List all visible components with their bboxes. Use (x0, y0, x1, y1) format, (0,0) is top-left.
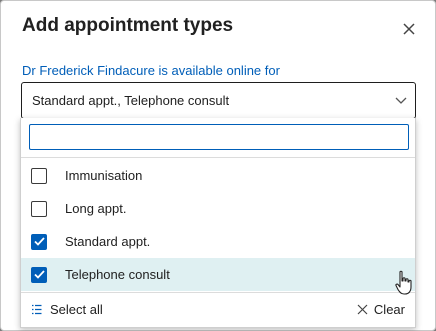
chevron-down-icon (393, 93, 409, 109)
dialog-title: Add appointment types (22, 15, 234, 36)
checkbox-checked[interactable] (31, 266, 47, 283)
hand-pointer-icon (395, 270, 412, 295)
option-telephone-consult[interactable]: Telephone consult (21, 258, 415, 291)
select-all-label: Select all (50, 302, 103, 317)
option-label: Immunisation (65, 168, 143, 183)
clear-x-icon (357, 304, 368, 315)
search-area (21, 118, 415, 158)
selected-value: Standard appt., Telephone consult (32, 93, 230, 108)
checkbox[interactable] (31, 167, 47, 184)
appointment-types-select[interactable]: Standard appt., Telephone consult (21, 82, 416, 119)
close-button[interactable] (399, 19, 419, 39)
clear-button[interactable]: Clear (357, 302, 405, 317)
option-standard-appt[interactable]: Standard appt. (21, 225, 415, 258)
list-check-icon (32, 304, 42, 315)
option-label: Telephone consult (65, 267, 170, 282)
checkbox-checked[interactable] (31, 233, 47, 250)
select-all-button[interactable]: Select all (31, 302, 103, 317)
checkmark-icon (33, 270, 45, 279)
appointment-types-dropdown: Immunisation Long appt. Standard appt. T… (20, 118, 416, 328)
close-icon (403, 23, 415, 35)
option-label: Long appt. (65, 201, 127, 216)
search-input[interactable] (29, 124, 409, 150)
checkmark-icon (33, 237, 45, 246)
clear-label: Clear (373, 302, 405, 317)
field-label: Dr Frederick Findacure is available onli… (22, 63, 280, 78)
dropdown-footer: Select all Clear (21, 292, 415, 328)
option-immunisation[interactable]: Immunisation (21, 159, 415, 192)
option-label: Standard appt. (65, 234, 151, 249)
checkbox[interactable] (31, 200, 47, 217)
option-long-appt[interactable]: Long appt. (21, 192, 415, 225)
